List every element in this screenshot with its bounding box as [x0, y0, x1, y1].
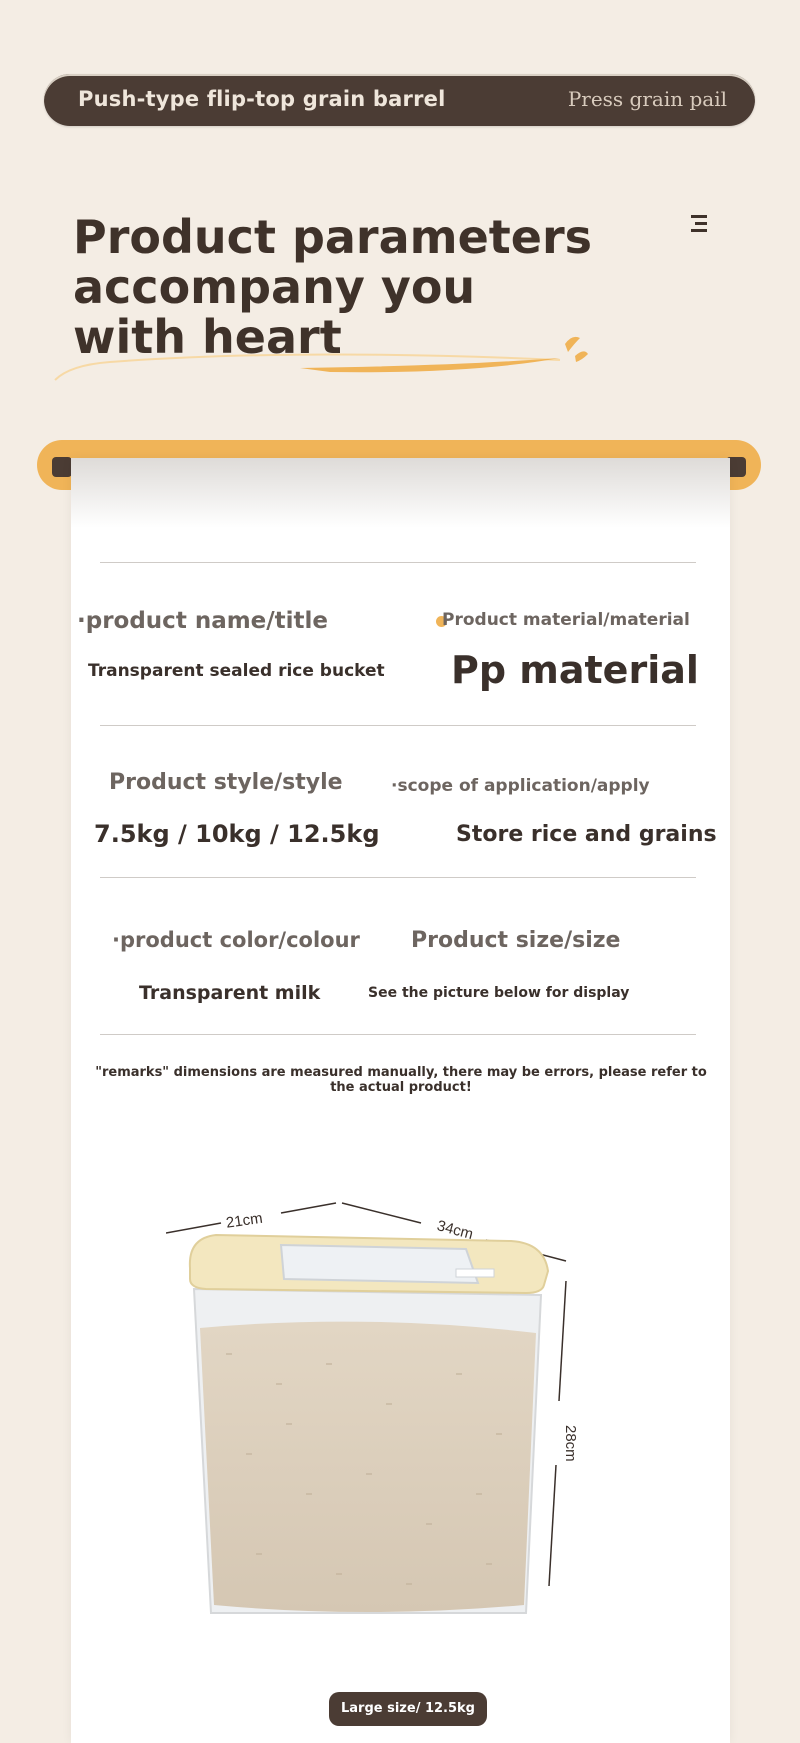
product-color-label: ·product color/colour [112, 928, 360, 952]
size-badge: Large size/ 12.5kg [329, 1692, 487, 1726]
product-size-value: See the picture below for display [368, 985, 630, 1001]
product-style-value: 7.5kg / 10kg / 12.5kg [94, 820, 380, 848]
dimension-width-label: 21cm [225, 1210, 264, 1232]
dimension-height-label: 28cm [562, 1425, 579, 1462]
banner-title: Push-type flip-top grain barrel [78, 87, 446, 111]
menu-icon[interactable] [688, 212, 710, 234]
banner-subtitle: Press grain pail [567, 87, 727, 111]
product-style-label: Product style/style [109, 770, 343, 795]
top-banner: Push-type flip-top grain barrel Press gr… [44, 74, 755, 126]
product-name-label: ·product name/title [77, 608, 329, 634]
product-material-label: Product material/material [442, 610, 690, 630]
scope-of-application-value: Store rice and grains [456, 822, 717, 847]
scope-of-application-label: ·scope of application/apply [391, 776, 650, 796]
divider [100, 725, 696, 726]
product-material-value: Pp material [451, 648, 699, 692]
card-top-shade [71, 458, 730, 528]
rice-bucket-image: 21cm 34cm 28cm [166, 1202, 579, 1614]
parameters-card: ·product name/title Transparent sealed r… [71, 458, 730, 1743]
divider [100, 877, 696, 878]
rod-end-left [52, 457, 72, 477]
divider [100, 562, 696, 563]
headline-line-2: accompany you [73, 260, 476, 314]
product-size-label: Product size/size [411, 928, 621, 953]
decorative-swoosh [54, 336, 588, 381]
product-name-value: Transparent sealed rice bucket [88, 661, 385, 681]
remarks-note: "remarks" dimensions are measured manual… [95, 1065, 707, 1095]
divider [100, 1034, 696, 1035]
product-color-value: Transparent milk [139, 982, 321, 1004]
headline-line-1: Product parameters [73, 210, 593, 264]
